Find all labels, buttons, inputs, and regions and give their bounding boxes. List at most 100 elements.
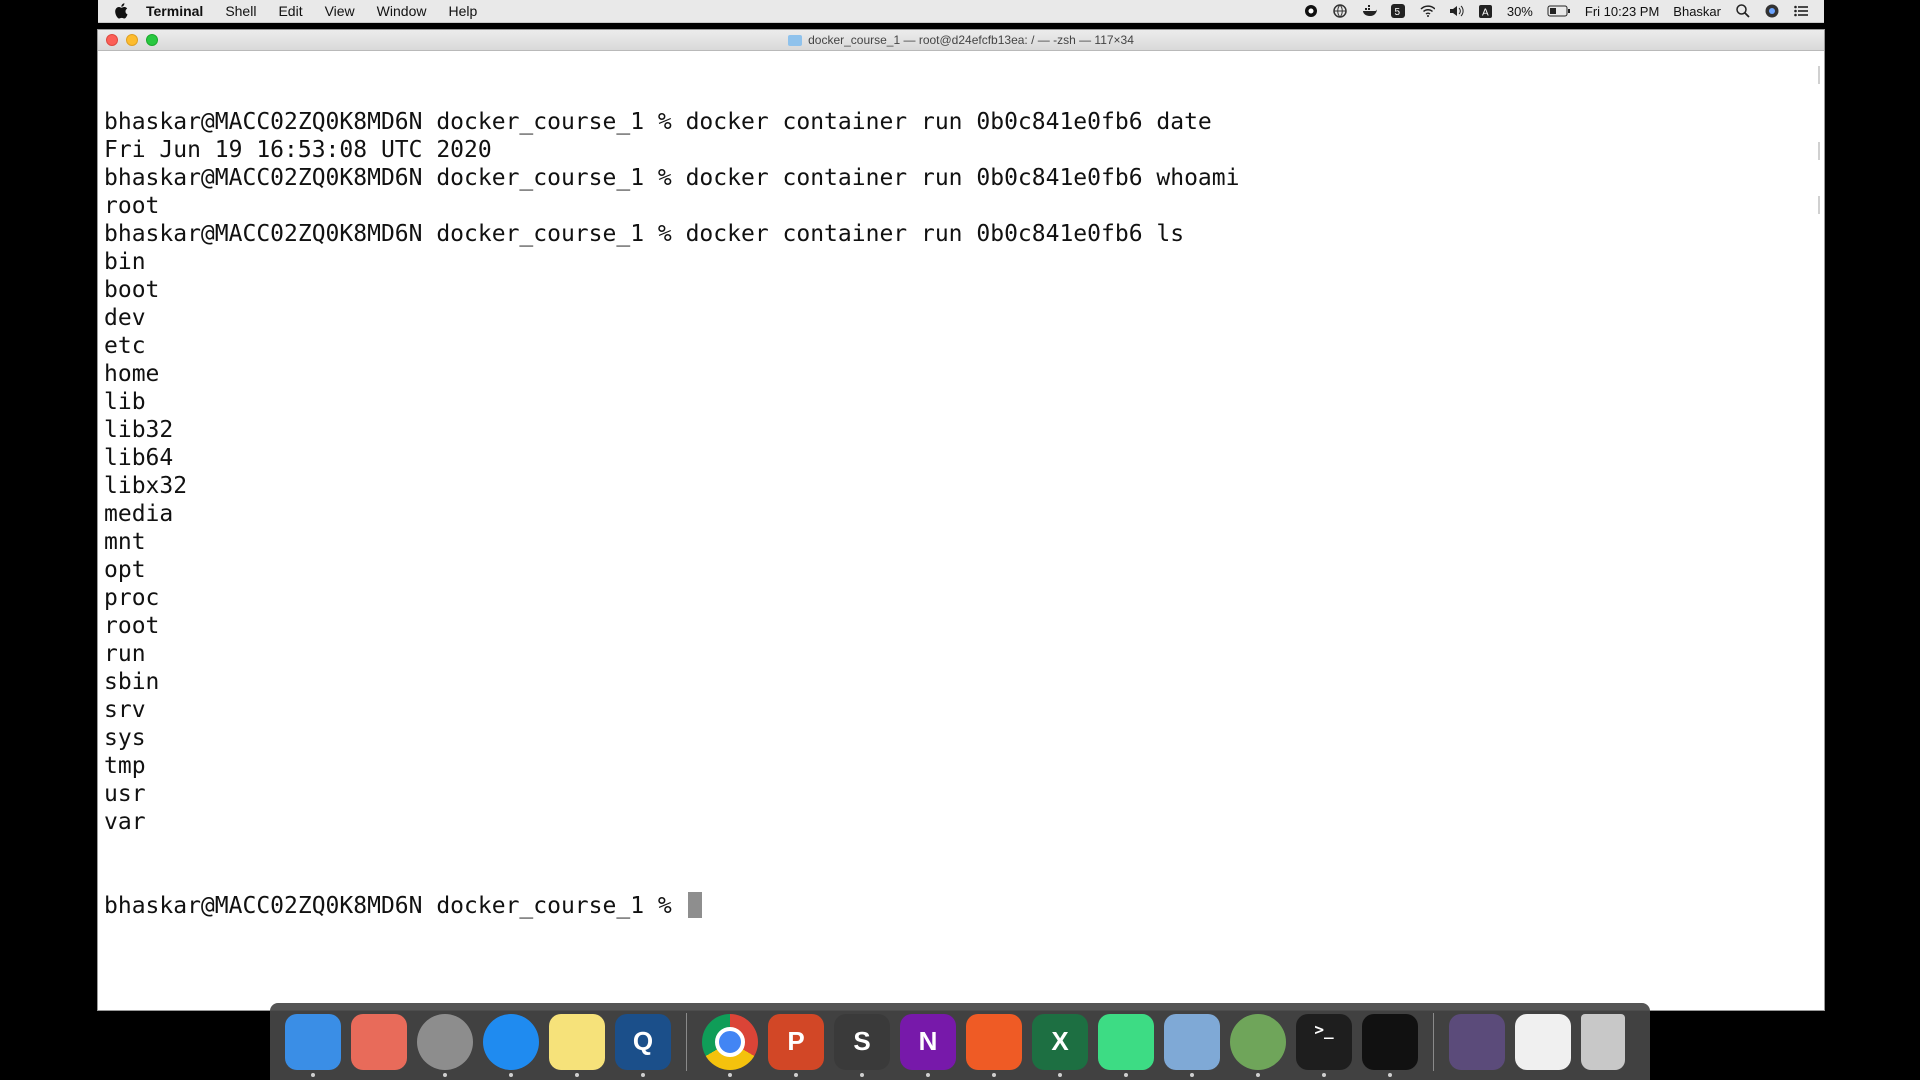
clock[interactable]: Fri 10:23 PM <box>1585 4 1659 19</box>
chrome-icon[interactable] <box>702 1013 758 1077</box>
terminal-line: Fri Jun 19 16:53:08 UTC 2020 <box>104 137 492 163</box>
running-indicator <box>1124 1072 1128 1077</box>
dock: Q P S N X >_ <box>270 1003 1650 1080</box>
zoom-button[interactable] <box>146 34 158 46</box>
terminal-line: home <box>104 361 160 387</box>
s-status-icon[interactable]: 5 <box>1391 4 1406 19</box>
terminal-line: sbin <box>104 669 160 695</box>
volume-icon[interactable] <box>1449 4 1464 19</box>
terminal-line: bhaskar@MACC02ZQ0K8MD6N docker_course_1 … <box>104 221 1185 247</box>
dock-icon-label: >_ <box>1314 1019 1334 1039</box>
terminal-line: mnt <box>104 529 146 555</box>
running-indicator <box>1388 1072 1392 1077</box>
trash-icon[interactable] <box>1581 1013 1625 1070</box>
virtualbox-icon[interactable] <box>1164 1013 1220 1077</box>
dock-icon-label: P <box>787 1026 805 1056</box>
status-area: 5 A 30% Fri 10:23 PM Bhaskar <box>1304 4 1824 19</box>
menu-help[interactable]: Help <box>448 3 477 19</box>
terminal-line: sys <box>104 725 146 751</box>
running-indicator <box>1058 1072 1062 1077</box>
close-button[interactable] <box>106 34 118 46</box>
safari-icon[interactable] <box>483 1013 539 1077</box>
terminal-line: dev <box>104 305 146 331</box>
terminal-line: bin <box>104 249 146 275</box>
running-indicator <box>443 1072 447 1077</box>
battery-icon[interactable] <box>1547 4 1571 19</box>
running-indicator <box>1256 1072 1260 1077</box>
menu-shell[interactable]: Shell <box>225 3 256 19</box>
terminal-window: docker_course_1 — root@d24efcfb13ea: / —… <box>98 30 1824 1010</box>
terminal-line: usr <box>104 781 146 807</box>
window-title: docker_course_1 — root@d24efcfb13ea: / —… <box>808 33 1134 47</box>
console-icon[interactable] <box>1362 1013 1418 1077</box>
terminal-line: root <box>104 193 160 219</box>
terminal-icon[interactable]: >_ <box>1296 1013 1352 1077</box>
dock-separator <box>686 1012 687 1071</box>
siri-icon[interactable] <box>1764 4 1779 19</box>
notification-center-icon[interactable] <box>1793 4 1808 19</box>
dock-icon-label: Q <box>632 1026 654 1056</box>
terminal-line: media <box>104 501 174 527</box>
terminal-line: opt <box>104 557 146 583</box>
notes-icon[interactable] <box>549 1013 605 1077</box>
postman-icon[interactable] <box>966 1013 1022 1077</box>
apple-menu-icon[interactable] <box>98 3 146 19</box>
running-indicator <box>992 1072 996 1077</box>
menu-window[interactable]: Window <box>377 3 427 19</box>
globe-status-icon[interactable] <box>1333 4 1348 19</box>
excel-icon[interactable]: X <box>1032 1013 1088 1077</box>
globe-app-icon[interactable] <box>1230 1013 1286 1077</box>
finder-icon[interactable] <box>285 1013 341 1077</box>
menu-app-terminal[interactable]: Terminal <box>146 3 203 19</box>
printer-icon[interactable] <box>1449 1013 1505 1070</box>
text-cursor <box>687 892 702 918</box>
menu-edit[interactable]: Edit <box>278 3 302 19</box>
terminal-prompt-line: bhaskar@MACC02ZQ0K8MD6N docker_course_1 … <box>104 892 1804 920</box>
quicktime-icon[interactable]: Q <box>615 1013 671 1077</box>
svg-text:5: 5 <box>1395 7 1401 18</box>
running-indicator <box>926 1072 930 1077</box>
scroll-mark <box>1818 66 1820 84</box>
dock-separator <box>1433 1012 1434 1071</box>
vertical-scrollbar[interactable] <box>1812 52 1824 1010</box>
preview-icon[interactable] <box>1515 1013 1571 1070</box>
dock-icon-label: X <box>1051 1026 1069 1056</box>
terminal-line: lib32 <box>104 417 174 443</box>
folder-icon <box>788 34 803 46</box>
terminal-line: libx32 <box>104 473 188 499</box>
scroll-mark <box>1818 196 1820 214</box>
terminal-line: run <box>104 641 146 667</box>
search-icon[interactable] <box>1735 4 1750 19</box>
window-controls <box>106 34 158 46</box>
input-source-icon[interactable]: A <box>1478 4 1493 19</box>
terminal-line: tmp <box>104 753 146 779</box>
running-indicator <box>575 1072 579 1077</box>
powerpoint-icon[interactable]: P <box>768 1013 824 1077</box>
running-indicator <box>509 1072 513 1077</box>
terminal-line: bhaskar@MACC02ZQ0K8MD6N docker_course_1 … <box>104 165 1240 191</box>
terminal-line: srv <box>104 697 146 723</box>
docker-status-icon[interactable] <box>1362 4 1377 19</box>
minimize-button[interactable] <box>126 34 138 46</box>
terminal-output[interactable]: bhaskar@MACC02ZQ0K8MD6N docker_course_1 … <box>104 52 1804 990</box>
terminal-line: boot <box>104 277 160 303</box>
title-bar[interactable]: docker_course_1 — root@d24efcfb13ea: / —… <box>98 30 1824 51</box>
battery-percent: 30% <box>1506 3 1533 19</box>
sublime-icon[interactable]: S <box>834 1013 890 1077</box>
menu-view[interactable]: View <box>325 3 355 19</box>
running-indicator <box>641 1072 645 1077</box>
onenote-icon[interactable]: N <box>900 1013 956 1077</box>
dock-icon-label: N <box>918 1026 938 1056</box>
terminal-line: bhaskar@MACC02ZQ0K8MD6N docker_course_1 … <box>104 109 1212 135</box>
wifi-icon[interactable] <box>1420 4 1435 19</box>
record-icon[interactable] <box>1304 4 1319 19</box>
running-indicator <box>794 1072 798 1077</box>
menu-bar: Terminal Shell Edit View Window Help 5 A… <box>98 0 1824 23</box>
scroll-mark <box>1818 142 1820 160</box>
terminal-line: root <box>104 613 160 639</box>
user-name[interactable]: Bhaskar <box>1673 4 1721 19</box>
running-indicator <box>311 1072 315 1077</box>
rocket-icon[interactable] <box>417 1013 473 1077</box>
android-studio-icon[interactable] <box>1098 1013 1154 1077</box>
launchpad-icon[interactable] <box>351 1013 407 1070</box>
